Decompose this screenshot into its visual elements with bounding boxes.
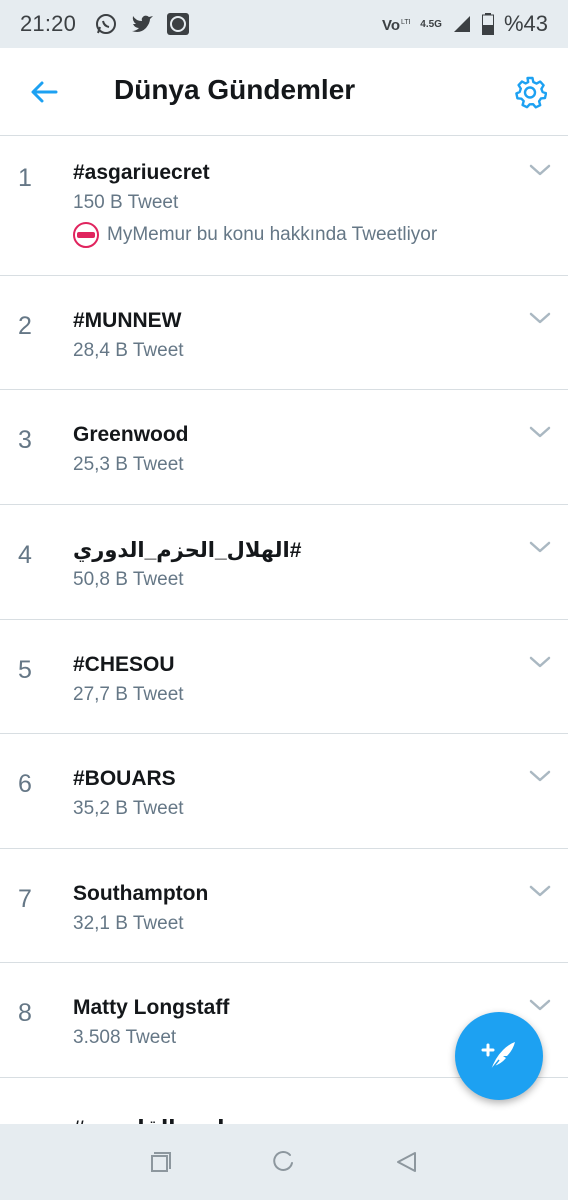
svg-text:Vo: Vo — [382, 17, 400, 34]
chevron-down-icon[interactable] — [528, 162, 552, 178]
trend-name: Greenwood — [73, 423, 189, 446]
recents-icon — [151, 1152, 172, 1172]
chevron-down-icon[interactable] — [528, 424, 552, 440]
trend-name: #BOUARS — [73, 767, 176, 790]
svg-text:LTE: LTE — [401, 19, 410, 26]
app-header: Dünya Gündemler — [0, 48, 568, 136]
trend-promo-text: MyMemur bu konu hakkında Tweetliyor — [107, 224, 438, 245]
network-label: 4.5G — [420, 18, 442, 30]
back-icon — [396, 1152, 416, 1172]
settings-button[interactable] — [510, 72, 550, 112]
trend-item[interactable]: 1 #asgariuecret 150 B Tweet MyMemur bu k… — [0, 136, 568, 276]
trend-rank: 2 — [18, 312, 32, 340]
trend-tweet-count: 150 B Tweet — [73, 192, 179, 213]
trend-tweet-count: 28,4 B Tweet — [73, 340, 184, 361]
trend-tweet-count: 35,2 B Tweet — [73, 798, 184, 819]
trend-item[interactable]: 7 Southampton 32,1 B Tweet — [0, 849, 568, 963]
app-icon — [167, 13, 190, 35]
trend-rank: 7 — [18, 885, 32, 913]
trend-rank: 8 — [18, 999, 32, 1027]
trend-name: #asgariuecret — [73, 161, 210, 184]
chevron-down-icon[interactable] — [528, 768, 552, 784]
trend-item[interactable]: 4 #الهلال_الحزم_الدوري 50,8 B Tweet — [0, 505, 568, 620]
trend-name: #CHESOU — [73, 653, 175, 676]
chevron-down-icon[interactable] — [528, 997, 552, 1013]
chevron-down-icon[interactable] — [528, 883, 552, 899]
trend-item[interactable]: 3 Greenwood 25,3 B Tweet — [0, 390, 568, 505]
trend-item[interactable]: 2 #MUNNEW 28,4 B Tweet — [0, 276, 568, 390]
trend-tweet-count: 32,1 B Tweet — [73, 913, 184, 934]
trend-promo: MyMemur bu konu hakkında Tweetliyor — [73, 222, 437, 248]
twitter-icon — [132, 15, 154, 32]
back-button[interactable] — [24, 72, 64, 112]
whatsapp-icon — [96, 14, 117, 34]
trend-rank: 5 — [18, 656, 32, 684]
chevron-down-icon[interactable] — [528, 654, 552, 670]
chevron-down-icon[interactable] — [528, 310, 552, 326]
network-indicator: 4.5G — [420, 19, 442, 30]
trend-tweet-count: 50,8 B Tweet — [73, 569, 184, 590]
system-back-button[interactable] — [387, 1142, 427, 1182]
avatar — [73, 222, 99, 248]
system-status: Vo LTE 4.5G %43 — [382, 11, 548, 37]
trend-list: 1 #asgariuecret 150 B Tweet MyMemur bu k… — [0, 136, 568, 1078]
compose-tweet-icon — [481, 1042, 515, 1071]
home-icon — [273, 1150, 293, 1171]
trend-tweet-count: 25,3 B Tweet — [73, 454, 184, 475]
home-button[interactable] — [264, 1142, 304, 1182]
trend-tweet-count: 27,7 B Tweet — [73, 684, 184, 705]
signal-icon — [453, 16, 470, 32]
trend-rank: 1 — [18, 164, 32, 192]
trend-rank: 6 — [18, 770, 32, 798]
trend-item[interactable]: 6 #BOUARS 35,2 B Tweet — [0, 734, 568, 849]
battery-level: %43 — [503, 11, 548, 36]
trend-tweet-count: 3.508 Tweet — [73, 1027, 177, 1048]
trend-name: Matty Longstaff — [73, 996, 230, 1019]
status-time: 21:20 — [20, 11, 77, 36]
notification-icons — [94, 12, 190, 36]
status-bar: 21:20 Vo LTE 4.5G %43 — [0, 0, 568, 48]
page-title: Dünya Gündemler — [114, 74, 356, 105]
battery-icon — [481, 13, 494, 35]
trend-name: #الهلال_الحزم_الدوري — [73, 539, 302, 562]
arrow-left-icon — [31, 81, 58, 103]
volte-icon: Vo LTE — [382, 17, 410, 34]
trend-rank: 3 — [18, 426, 32, 454]
trend-name: Southampton — [73, 882, 209, 905]
system-nav-bar — [0, 1124, 568, 1200]
recents-button[interactable] — [141, 1142, 181, 1182]
compose-tweet-button[interactable] — [455, 1012, 543, 1100]
trend-name: #MUNNEW — [73, 309, 182, 332]
trend-rank: 4 — [18, 541, 32, 569]
trend-item[interactable]: 5 #CHESOU 27,7 B Tweet — [0, 620, 568, 734]
chevron-down-icon[interactable] — [528, 539, 552, 555]
gear-icon — [515, 76, 547, 109]
